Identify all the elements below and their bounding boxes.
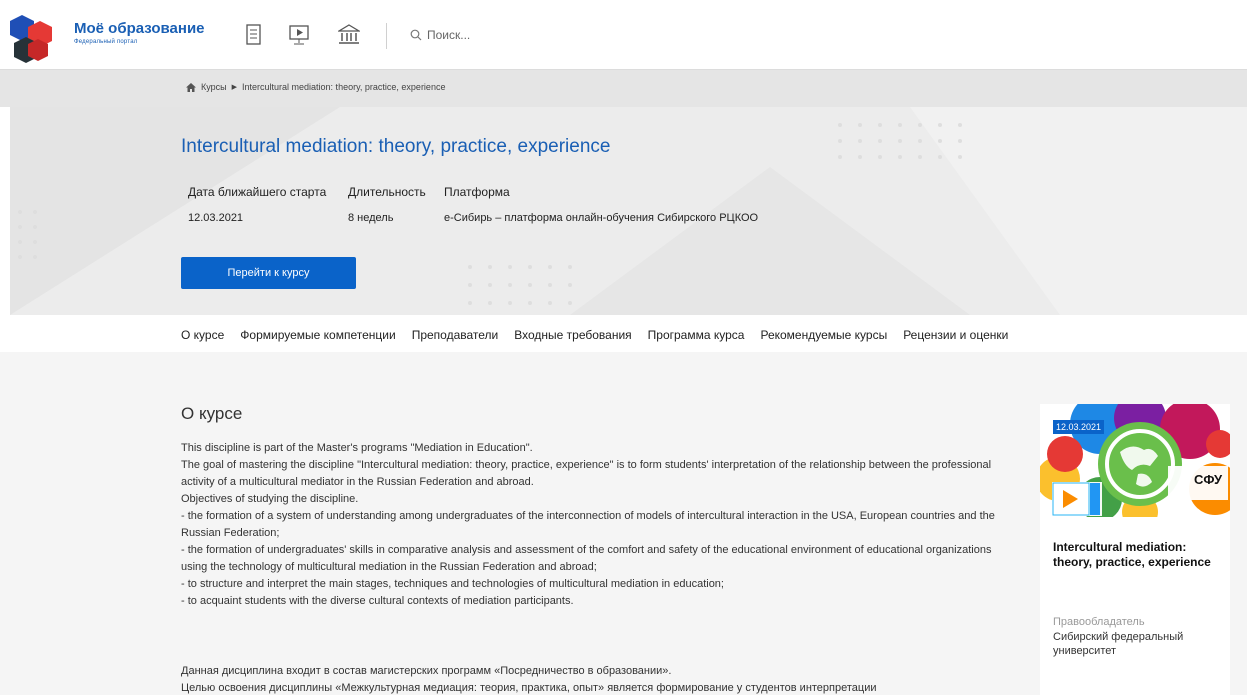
breadcrumb-courses[interactable]: Курсы (201, 82, 227, 92)
search-input[interactable]: Поиск... (427, 28, 470, 42)
about-title: О курсе (181, 404, 243, 423)
about-paragraph-ru: Данная дисциплина входит в состав магист… (181, 665, 672, 677)
meta-header-platform: Платформа (444, 185, 510, 199)
about-text-ru: Данная дисциплина входит в состав магист… (181, 663, 1001, 697)
brand-subtitle: Федеральный портал (74, 39, 138, 45)
museum-icon[interactable] (338, 24, 360, 46)
tab-teachers[interactable]: Преподаватели (412, 328, 499, 342)
site-header: Моё образование Федеральный портал Поиск… (0, 0, 1247, 70)
breadcrumb-current: Intercultural mediation: theory, practic… (242, 82, 446, 92)
course-title: Intercultural mediation: theory, practic… (181, 136, 611, 157)
about-paragraph: - to structure and interpret the main st… (181, 578, 724, 590)
about-paragraph: - the formation of undergraduates' skill… (181, 544, 992, 573)
documents-icon[interactable] (243, 24, 265, 46)
breadcrumb-arrow-icon: ▶ (231, 84, 238, 91)
about-paragraph: Objectives of studying the discipline. (181, 493, 359, 505)
about-paragraph-ru: Целью освоения дисциплины «Межкультурная… (181, 682, 877, 694)
search-icon (410, 29, 422, 41)
about-paragraph: The goal of mastering the discipline "In… (181, 459, 992, 488)
tab-requirements[interactable]: Входные требования (514, 328, 631, 342)
meta-header-start: Дата ближайшего старта (188, 185, 327, 199)
meta-start-date: 12.03.2021 (188, 212, 244, 224)
tab-about[interactable]: О курсе (181, 328, 224, 342)
tab-recommended[interactable]: Рекомендуемые курсы (760, 328, 887, 342)
about-paragraph: - the formation of a system of understan… (181, 510, 995, 539)
breadcrumb-bar: Курсы ▶ Intercultural mediation: theory,… (0, 70, 1247, 107)
brand-name[interactable]: Моё образование (74, 20, 205, 37)
course-card-title[interactable]: Intercultural mediation: theory, practic… (1053, 540, 1225, 570)
owner-value: Сибирский федеральный университет (1053, 631, 1184, 657)
course-card-date-badge: 12.03.2021 (1053, 420, 1105, 434)
tab-program[interactable]: Программа курса (648, 328, 745, 342)
course-card[interactable]: 12.03.2021 СФУ Intercultural mediation: … (1040, 404, 1230, 695)
course-card-image[interactable]: 12.03.2021 СФУ (1040, 404, 1230, 517)
course-tabs: О курсе Формируемые компетенции Преподав… (181, 328, 1008, 342)
tab-reviews[interactable]: Рецензии и оценки (903, 328, 1008, 342)
owner-label: Правообладатель (1053, 616, 1145, 628)
about-paragraph: This discipline is part of the Master's … (181, 442, 533, 454)
about-text: This discipline is part of the Master's … (181, 440, 1001, 610)
sfu-logo: СФУ (1194, 472, 1223, 487)
home-icon[interactable] (186, 82, 196, 92)
brand[interactable]: Моё образование Федеральный портал (74, 20, 205, 45)
meta-header-duration: Длительность (348, 185, 426, 199)
tab-competencies[interactable]: Формируемые компетенции (240, 328, 395, 342)
search-box[interactable]: Поиск... (410, 28, 470, 42)
video-lesson-icon[interactable] (288, 24, 310, 46)
portal-logo-icon[interactable] (8, 13, 64, 65)
breadcrumb: Курсы ▶ Intercultural mediation: theory,… (186, 82, 445, 92)
meta-platform[interactable]: e-Сибирь – платформа онлайн-обучения Сиб… (444, 212, 758, 224)
about-paragraph: - to acquaint students with the diverse … (181, 595, 574, 607)
header-separator (386, 23, 387, 49)
meta-duration: 8 недель (348, 212, 394, 224)
go-to-course-button[interactable]: Перейти к курсу (181, 257, 356, 289)
